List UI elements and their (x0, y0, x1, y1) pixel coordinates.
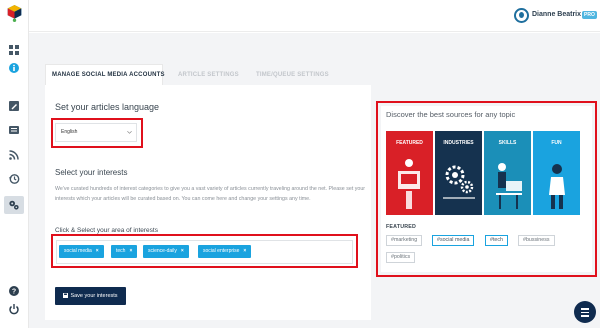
interest-chip[interactable]: tech × (111, 245, 138, 258)
featured-illustration-icon (398, 159, 420, 209)
tab-manage-social-media[interactable]: MANAGE SOCIAL MEDIA ACCOUNTS (52, 68, 165, 82)
remove-chip-icon[interactable]: × (181, 248, 184, 254)
svg-text:?: ? (12, 289, 16, 296)
sources-title: Discover the best sources for any topic (386, 110, 516, 119)
app-logo-icon[interactable] (6, 5, 23, 22)
chip-label: tech (116, 248, 126, 254)
avatar[interactable] (514, 8, 529, 23)
remove-chip-icon[interactable]: × (96, 248, 99, 254)
rss-icon[interactable] (8, 149, 20, 161)
save-interests-button[interactable]: Save your interests (55, 287, 126, 305)
interest-chip[interactable]: social enterprise × (198, 245, 252, 258)
menu-fab-button[interactable] (574, 301, 596, 323)
interests-description: We've curated hundreds of interest categ… (55, 186, 366, 202)
help-icon[interactable]: ? (8, 285, 20, 297)
tab-article-settings[interactable]: ARTICLE SETTINGS (178, 68, 239, 82)
history-icon[interactable] (8, 173, 20, 185)
fun-illustration-icon (549, 164, 565, 209)
interests-heading: Select your interests (55, 168, 128, 177)
settings-icon[interactable] (8, 199, 20, 211)
language-select[interactable]: English (55, 123, 137, 142)
category-label: SKILLS (498, 140, 517, 146)
category-label: FUN (551, 140, 562, 146)
interest-chip[interactable]: science-daily × (143, 245, 189, 258)
tab-time-queue-settings[interactable]: TIME/QUEUE SETTINGS (256, 68, 329, 82)
power-icon[interactable] (8, 303, 20, 315)
edit-icon[interactable] (8, 100, 20, 112)
save-icon (63, 292, 69, 298)
interests-click-heading: Click & Select your area of interests (55, 227, 158, 234)
tag-politics[interactable]: #politics (386, 252, 416, 263)
featured-label: FEATURED (386, 224, 417, 230)
gears-icon (443, 165, 475, 199)
menu-icon (581, 315, 589, 317)
list-icon[interactable] (8, 124, 20, 136)
menu-icon (581, 311, 589, 313)
tag-marketing[interactable]: #marketing (386, 235, 423, 246)
category-label: FEATURED (396, 140, 423, 146)
chip-label: social media (64, 248, 92, 254)
info-icon[interactable] (8, 62, 20, 74)
save-button-label: Save your interests (70, 293, 118, 299)
remove-chip-icon[interactable]: × (243, 248, 246, 254)
sidebar: ? (0, 0, 29, 328)
tag-tech[interactable]: #tech (485, 235, 508, 246)
chip-label: science-daily (148, 248, 177, 254)
language-heading: Set your articles language (55, 102, 160, 112)
skills-illustration-icon (496, 163, 522, 209)
pro-badge: PRO (582, 11, 597, 19)
interest-chip[interactable]: social media × (59, 245, 104, 258)
remove-chip-icon[interactable]: × (129, 248, 132, 254)
menu-icon (581, 308, 589, 310)
tag-bussiness[interactable]: #bussiness (518, 235, 555, 246)
chip-label: social enterprise (203, 248, 240, 254)
dashboard-icon[interactable] (8, 44, 20, 56)
category-label: INDUSTRIES (443, 140, 474, 146)
chevron-down-icon (127, 131, 132, 134)
tag-social-media[interactable]: #social media (432, 235, 475, 246)
